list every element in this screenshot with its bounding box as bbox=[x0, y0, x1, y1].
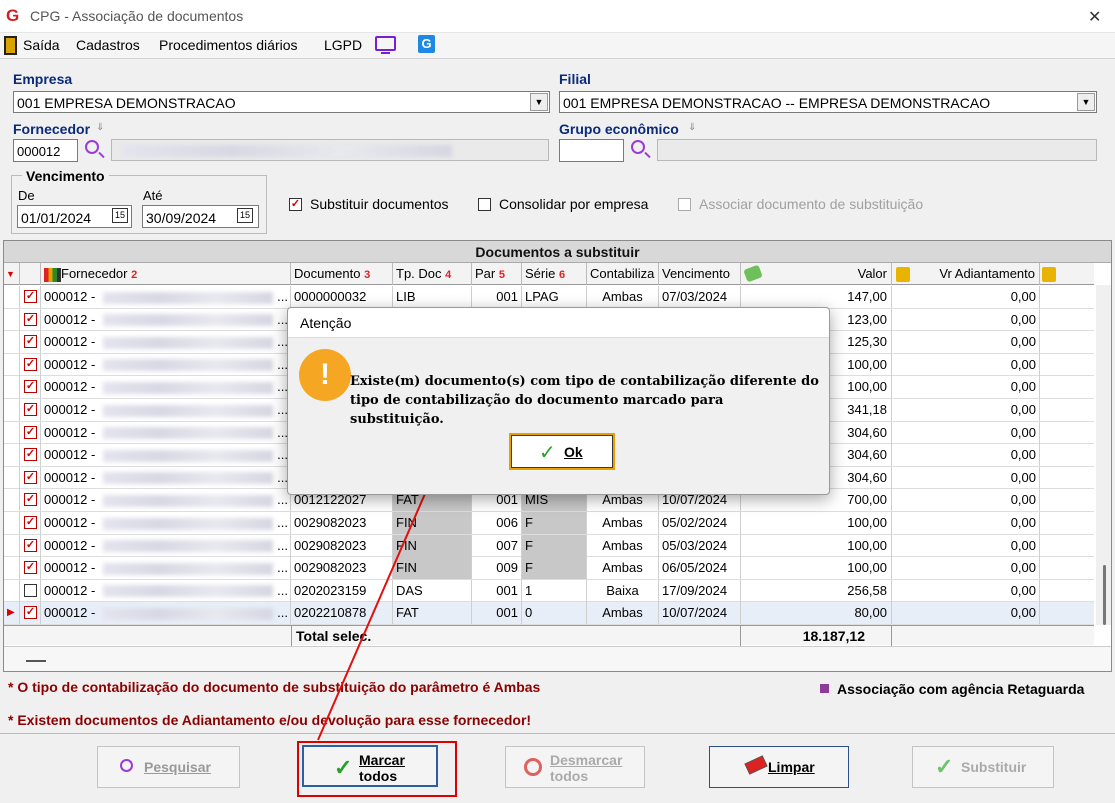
dialog-title: Atenção bbox=[300, 315, 352, 331]
alert-dialog: Atenção ! Existe(m) documento(s) com tip… bbox=[287, 307, 830, 495]
ok-label: Ok bbox=[564, 444, 583, 460]
dialog-title-bar: Atenção bbox=[288, 308, 829, 338]
dialog-message: Existe(m) documento(s) com tipo de conta… bbox=[350, 374, 819, 427]
check-icon: ✓ bbox=[539, 442, 556, 464]
ok-button[interactable]: ✓ Ok bbox=[509, 433, 615, 470]
warning-icon: ! bbox=[299, 349, 351, 401]
